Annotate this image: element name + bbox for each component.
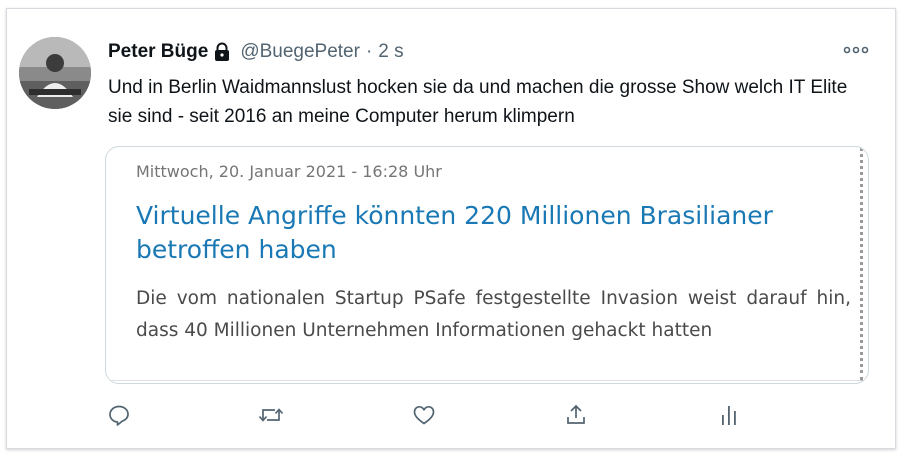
card-title[interactable]: Virtuelle Angriffe könnten 220 Millionen… <box>136 199 836 267</box>
timestamp[interactable]: 2 s <box>378 41 403 63</box>
tweet-text: Und in Berlin Waidmannslust hocken sie d… <box>108 77 848 127</box>
author-name[interactable]: Peter Büge <box>108 41 208 63</box>
retweet-icon[interactable] <box>255 400 287 430</box>
tweet-header: Peter Büge @BuegePeter · 2 s <box>108 41 404 63</box>
avatar-photo <box>19 37 91 109</box>
action-bar <box>0 400 905 432</box>
card-content: Mittwoch, 20. Januar 2021 - 16:28 Uhr Vi… <box>110 147 863 381</box>
link-preview-card[interactable]: Mittwoch, 20. Januar 2021 - 16:28 Uhr Vi… <box>105 146 869 384</box>
lock-icon <box>212 42 232 62</box>
avatar[interactable] <box>19 37 91 109</box>
separator-dot: · <box>365 41 373 62</box>
author-handle[interactable]: @BuegePeter <box>240 41 360 63</box>
reply-icon[interactable] <box>103 400 135 430</box>
card-date: Mittwoch, 20. Januar 2021 - 16:28 Uhr <box>136 162 442 181</box>
more-dots-icon[interactable] <box>842 42 870 58</box>
like-icon[interactable] <box>408 400 440 430</box>
card-description: Die vom nationalen Startup PSafe festges… <box>136 288 851 341</box>
share-icon[interactable] <box>560 400 592 430</box>
analytics-icon[interactable] <box>713 400 745 430</box>
